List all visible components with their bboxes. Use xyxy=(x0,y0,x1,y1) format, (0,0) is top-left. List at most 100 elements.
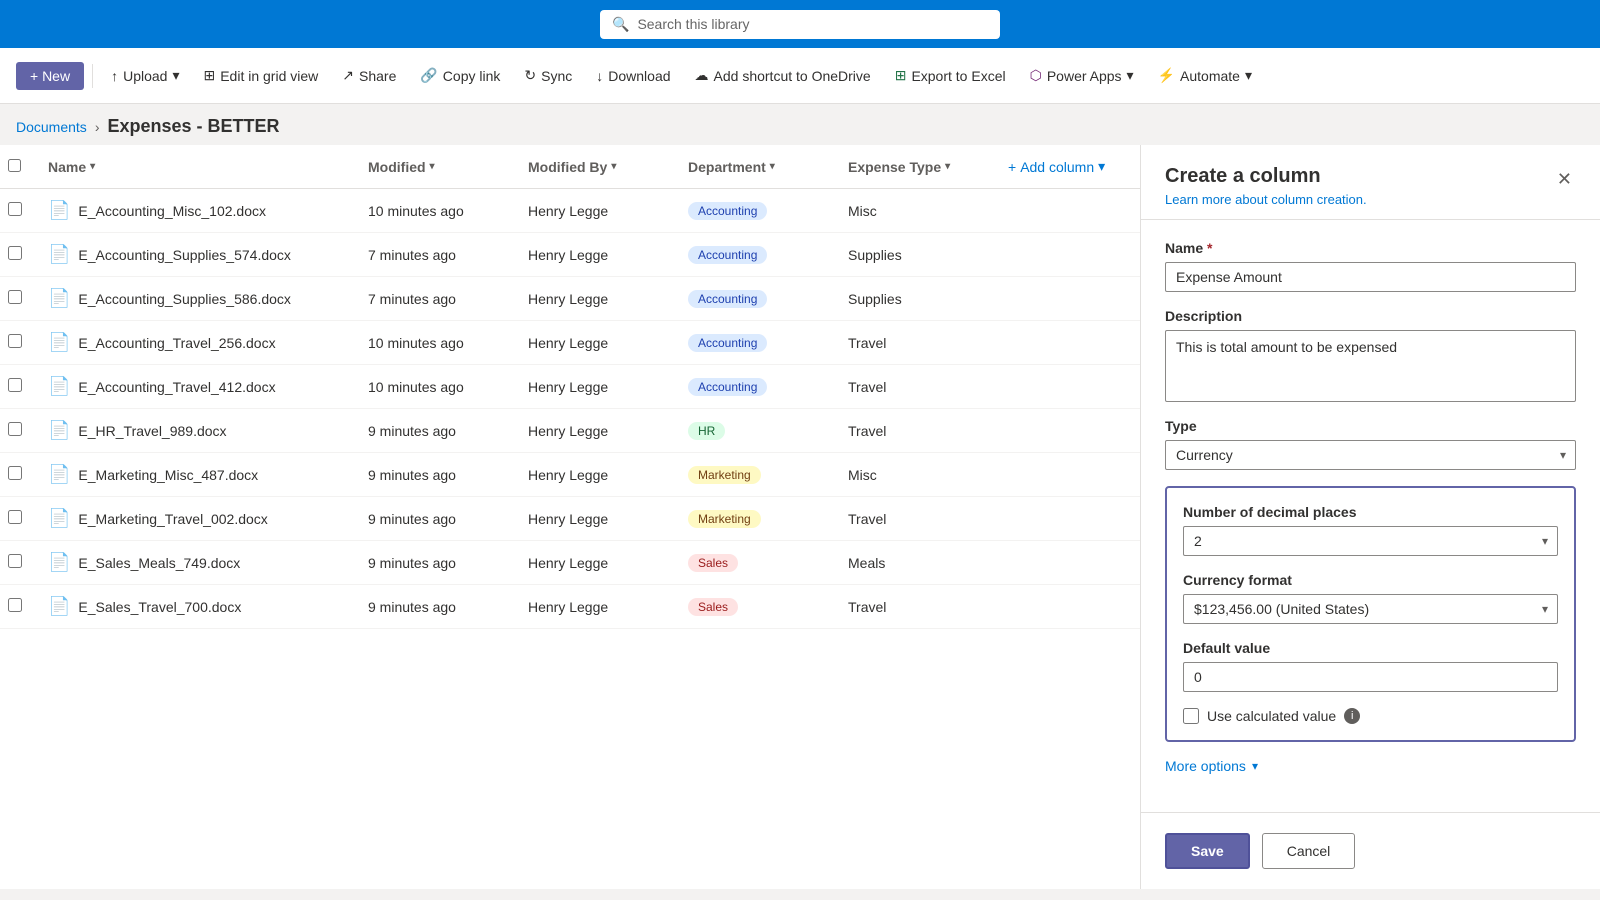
modified-by-cell: Henry Legge xyxy=(528,467,688,483)
power-apps-button[interactable]: ⬡ Power Apps ▾ xyxy=(1020,61,1144,90)
currency-format-select-wrapper: $123,456.00 (United States) €123,456.00 … xyxy=(1183,594,1558,624)
new-button[interactable]: + New xyxy=(16,62,84,90)
department-cell: Marketing xyxy=(688,510,848,528)
row-checkbox[interactable] xyxy=(8,422,48,439)
expense-type-cell: Supplies xyxy=(848,247,1008,263)
default-value-input[interactable] xyxy=(1183,662,1558,692)
row-checkbox[interactable] xyxy=(8,378,48,395)
name-input[interactable] xyxy=(1165,262,1576,292)
file-list: Name ▾ Modified ▾ Modified By ▾ Departme… xyxy=(0,145,1140,889)
upload-button[interactable]: ↑ Upload ▾ xyxy=(101,61,189,90)
calculated-value-row: Use calculated value i xyxy=(1183,708,1558,724)
share-icon: ↗ xyxy=(342,67,354,84)
department-cell: Sales xyxy=(688,598,848,616)
row-checkbox[interactable] xyxy=(8,598,48,615)
automate-chevron: ▾ xyxy=(1245,67,1252,84)
row-checkbox[interactable] xyxy=(8,334,48,351)
type-field-label: Type xyxy=(1165,418,1576,434)
breadcrumb-parent[interactable]: Documents xyxy=(16,119,87,135)
default-value-label: Default value xyxy=(1183,640,1558,656)
file-rows: 📄 E_Accounting_Misc_102.docx 10 minutes … xyxy=(0,189,1140,629)
row-checkbox[interactable] xyxy=(8,290,48,307)
download-button[interactable]: ↓ Download xyxy=(586,62,680,90)
edit-grid-button[interactable]: ⊞ Edit in grid view xyxy=(193,61,328,90)
automate-button[interactable]: ⚡ Automate ▾ xyxy=(1148,61,1262,90)
table-row[interactable]: 📄 E_Accounting_Misc_102.docx 10 minutes … xyxy=(0,189,1140,233)
decimal-select[interactable]: 0 1 2 3 4 5 xyxy=(1183,526,1558,556)
add-column-button[interactable]: + Add column ▾ xyxy=(1008,158,1105,175)
modified-by-sort-icon: ▾ xyxy=(611,161,616,172)
modified-by-cell: Henry Legge xyxy=(528,423,688,439)
calculated-value-checkbox[interactable] xyxy=(1183,708,1199,724)
share-button[interactable]: ↗ Share xyxy=(332,61,406,90)
sync-button[interactable]: ↻ Sync xyxy=(514,61,582,90)
department-badge: HR xyxy=(688,422,725,440)
table-row[interactable]: 📄 E_Sales_Travel_700.docx 9 minutes ago … xyxy=(0,585,1140,629)
row-checkbox[interactable] xyxy=(8,202,48,219)
currency-format-select[interactable]: $123,456.00 (United States) €123,456.00 … xyxy=(1183,594,1558,624)
table-row[interactable]: 📄 E_Accounting_Supplies_574.docx 7 minut… xyxy=(0,233,1140,277)
file-name: E_Sales_Travel_700.docx xyxy=(78,599,241,615)
expense-type-sort-button[interactable]: Expense Type ▾ xyxy=(848,159,950,175)
department-badge: Marketing xyxy=(688,510,761,528)
export-excel-button[interactable]: ⊞ Export to Excel xyxy=(885,61,1016,90)
file-name-cell: 📄 E_Sales_Meals_749.docx xyxy=(48,552,368,573)
word-file-icon: 📄 xyxy=(48,376,70,397)
file-name-cell: 📄 E_Sales_Travel_700.docx xyxy=(48,596,368,617)
table-row[interactable]: 📄 E_Sales_Meals_749.docx 9 minutes ago H… xyxy=(0,541,1140,585)
table-row[interactable]: 📄 E_Accounting_Travel_412.docx 10 minute… xyxy=(0,365,1140,409)
add-shortcut-button[interactable]: ☁ Add shortcut to OneDrive xyxy=(685,61,881,90)
more-options-button[interactable]: More options ▾ xyxy=(1165,758,1576,774)
row-checkbox[interactable] xyxy=(8,466,48,483)
type-field-group: Type Currency Single line of text Multip… xyxy=(1165,418,1576,470)
modified-by-sort-button[interactable]: Modified By ▾ xyxy=(528,159,616,175)
file-name: E_HR_Travel_989.docx xyxy=(78,423,226,439)
select-all-checkbox[interactable] xyxy=(8,159,21,172)
expense-type-label: Expense Type xyxy=(848,159,941,175)
file-name: E_Marketing_Misc_487.docx xyxy=(78,467,258,483)
table-row[interactable]: 📄 E_HR_Travel_989.docx 9 minutes ago Hen… xyxy=(0,409,1140,453)
panel-body: Name * Description This is total amount … xyxy=(1141,220,1600,812)
add-col-chevron: ▾ xyxy=(1098,158,1105,175)
table-row[interactable]: 📄 E_Accounting_Travel_256.docx 10 minute… xyxy=(0,321,1140,365)
expense-type-sort-icon: ▾ xyxy=(945,161,950,172)
row-checkbox[interactable] xyxy=(8,246,48,263)
row-checkbox[interactable] xyxy=(8,554,48,571)
name-col-header: Name ▾ xyxy=(48,159,368,175)
file-name: E_Accounting_Supplies_586.docx xyxy=(78,291,291,307)
name-field-label: Name * xyxy=(1165,240,1576,256)
copy-link-button[interactable]: 🔗 Copy link xyxy=(410,61,510,90)
department-sort-button[interactable]: Department ▾ xyxy=(688,159,775,175)
department-cell: Marketing xyxy=(688,466,848,484)
decimal-places-label: Number of decimal places xyxy=(1183,504,1558,520)
file-name: E_Accounting_Travel_256.docx xyxy=(78,335,275,351)
department-badge: Sales xyxy=(688,554,738,572)
description-field-label: Description xyxy=(1165,308,1576,324)
row-checkbox[interactable] xyxy=(8,510,48,527)
department-cell: Sales xyxy=(688,554,848,572)
sync-icon: ↻ xyxy=(524,67,536,84)
name-sort-button[interactable]: Name ▾ xyxy=(48,159,95,175)
currency-format-label: Currency format xyxy=(1183,572,1558,588)
default-value-group: Default value xyxy=(1183,640,1558,692)
type-select[interactable]: Currency Single line of text Multiple li… xyxy=(1165,440,1576,470)
shortcut-icon: ☁ xyxy=(695,67,709,84)
currency-format-group: Currency format $123,456.00 (United Stat… xyxy=(1183,572,1558,624)
modified-label: Modified xyxy=(368,159,426,175)
download-icon: ↓ xyxy=(596,68,603,84)
cancel-button[interactable]: Cancel xyxy=(1262,833,1356,869)
save-button[interactable]: Save xyxy=(1165,833,1250,869)
more-options-label: More options xyxy=(1165,758,1246,774)
table-row[interactable]: 📄 E_Accounting_Supplies_586.docx 7 minut… xyxy=(0,277,1140,321)
add-column-header[interactable]: + Add column ▾ xyxy=(1008,158,1140,175)
panel-close-button[interactable]: ✕ xyxy=(1553,165,1576,194)
modified-cell: 9 minutes ago xyxy=(368,555,528,571)
panel-subtitle-link[interactable]: Learn more about column creation. xyxy=(1165,192,1367,207)
table-row[interactable]: 📄 E_Marketing_Misc_487.docx 9 minutes ag… xyxy=(0,453,1140,497)
modified-sort-button[interactable]: Modified ▾ xyxy=(368,159,435,175)
expense-type-cell: Travel xyxy=(848,423,1008,439)
info-icon[interactable]: i xyxy=(1344,708,1360,724)
search-bar[interactable]: 🔍 Search this library xyxy=(600,10,1000,39)
table-row[interactable]: 📄 E_Marketing_Travel_002.docx 9 minutes … xyxy=(0,497,1140,541)
description-textarea[interactable]: This is total amount to be expensed xyxy=(1165,330,1576,402)
